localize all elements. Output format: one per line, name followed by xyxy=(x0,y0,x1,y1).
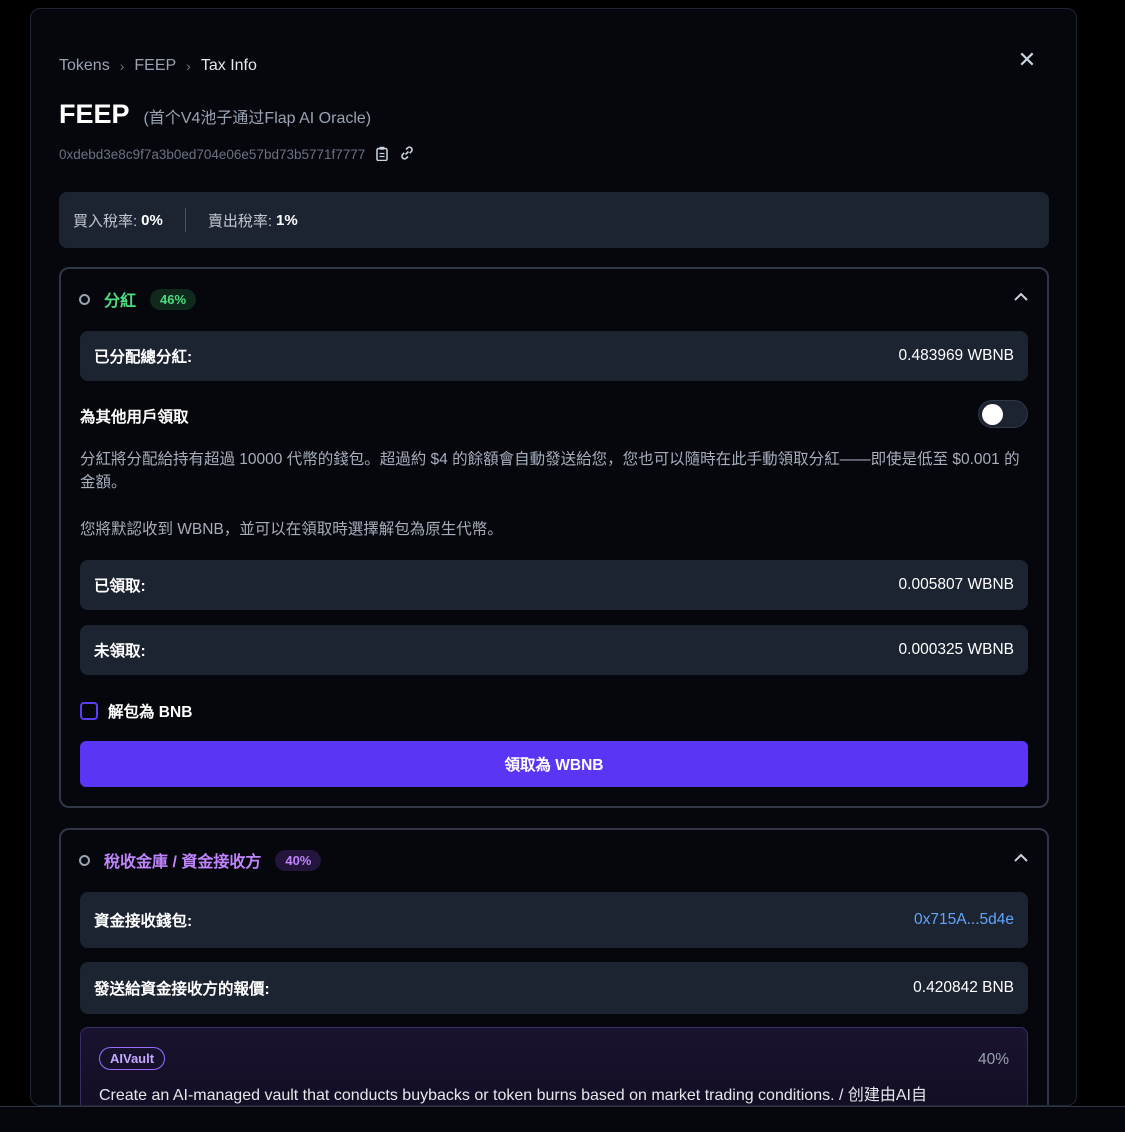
circle-icon xyxy=(79,293,90,305)
ai-vault-tag: AIVault xyxy=(99,1047,166,1070)
dividend-badge: 46% xyxy=(150,288,197,310)
sell-tax-value: 1% xyxy=(276,211,298,229)
dividend-description: 分紅將分配給持有超過 10000 代幣的錢包。超過約 $4 的餘額會自動發送給您… xyxy=(80,451,1020,491)
buy-tax-label: 買入稅率: xyxy=(73,212,138,230)
close-icon[interactable]: ✕ xyxy=(1016,49,1038,71)
link-icon[interactable] xyxy=(399,145,415,164)
unwrap-bnb-checkbox[interactable]: 解包為 BNB xyxy=(80,700,192,722)
claim-for-others-toggle[interactable] xyxy=(978,400,1028,428)
bottom-bar xyxy=(0,1106,1125,1132)
breadcrumb: Tokens › FEEP › Tax Info xyxy=(59,57,257,75)
total-dividend-row: 已分配總分紅: 0.483969 WBNB xyxy=(80,331,1028,381)
total-dividend-label: 已分配總分紅: xyxy=(94,349,193,366)
total-dividend-value: 0.483969 WBNB xyxy=(898,347,1014,364)
unclaimed-row: 未領取: 0.000325 WBNB xyxy=(80,625,1028,675)
breadcrumb-tokens[interactable]: Tokens xyxy=(59,57,110,75)
tax-rate-bar: 買入稅率: 0% 賣出稅率: 1% xyxy=(59,192,1049,248)
chevron-right-icon: › xyxy=(186,58,191,74)
chevron-right-icon: › xyxy=(119,58,125,74)
claimed-label: 已領取: xyxy=(94,578,146,595)
unwrap-bnb-label: 解包為 BNB xyxy=(108,704,193,721)
token-symbol: FEEP xyxy=(59,99,130,129)
circle-icon xyxy=(79,854,90,866)
divider xyxy=(184,208,186,232)
token-address: 0xdebd3e8c9f7a3b0ed704e06e57bd73b5771f77… xyxy=(59,147,366,162)
dividend-header[interactable]: 分紅 46% xyxy=(79,287,197,311)
claim-wbnb-button[interactable]: 領取為 WBNB xyxy=(80,741,1028,787)
token-address-row: 0xdebd3e8c9f7a3b0ed704e06e57bd73b5771f77… xyxy=(59,145,415,164)
receiver-wallet-link[interactable]: 0x715A...5d4e xyxy=(914,911,1014,929)
receiver-wallet-row: 資金接收錢包: 0x715A...5d4e xyxy=(80,892,1028,948)
chevron-up-icon[interactable] xyxy=(1013,850,1029,868)
sell-tax-label: 賣出稅率: xyxy=(207,212,273,230)
dividend-section: 分紅 46% 已分配總分紅: 0.483969 WBNB 為其他用戶領取 分紅將… xyxy=(59,267,1049,808)
sent-to-receiver-label: 發送給資金接收方的報價: xyxy=(94,981,270,998)
claim-for-others-label: 為其他用戶領取 xyxy=(80,409,189,426)
unclaimed-value: 0.000325 WBNB xyxy=(898,641,1014,658)
treasury-section: 稅收金庫 / 資金接收方 40% 資金接收錢包: 0x715A...5d4e 發… xyxy=(59,828,1049,1105)
treasury-title: 稅收金庫 / 資金接收方 xyxy=(104,854,262,871)
clipboard-icon[interactable] xyxy=(375,146,389,164)
breadcrumb-current: Tax Info xyxy=(200,57,257,74)
sent-to-receiver-value: 0.420842 BNB xyxy=(913,979,1014,996)
receiver-wallet-label: 資金接收錢包: xyxy=(94,913,193,930)
breadcrumb-token[interactable]: FEEP xyxy=(134,57,176,75)
ai-vault-percent: 40% xyxy=(977,1051,1009,1068)
dividend-note: 您將默認收到 WBNB，並可以在領取時選擇解包為原生代幣。 xyxy=(80,521,503,538)
treasury-header[interactable]: 稅收金庫 / 資金接收方 40% xyxy=(79,848,322,872)
chevron-up-icon[interactable] xyxy=(1013,289,1029,307)
token-title-row: FEEP (首个V4池子通过Flap AI Oracle) xyxy=(59,99,371,130)
unclaimed-label: 未領取: xyxy=(94,643,146,660)
claimed-row: 已領取: 0.005807 WBNB xyxy=(80,560,1028,610)
treasury-badge: 40% xyxy=(275,849,322,871)
ai-vault-description: Create an AI-managed vault that conducts… xyxy=(99,1087,928,1104)
tax-info-modal: ✕ Tokens › FEEP › Tax Info FEEP (首个V4池子通… xyxy=(30,8,1077,1106)
ai-vault-card: AIVault 40% Create an AI-managed vault t… xyxy=(80,1027,1028,1105)
claimed-value: 0.005807 WBNB xyxy=(898,576,1014,593)
sent-to-receiver-row: 發送給資金接收方的報價: 0.420842 BNB xyxy=(80,962,1028,1014)
toggle-knob xyxy=(982,404,1003,425)
token-name: (首个V4池子通过Flap AI Oracle) xyxy=(143,110,372,127)
checkbox-box[interactable] xyxy=(80,702,98,720)
dividend-title: 分紅 xyxy=(104,293,137,310)
buy-tax-value: 0% xyxy=(141,211,163,229)
